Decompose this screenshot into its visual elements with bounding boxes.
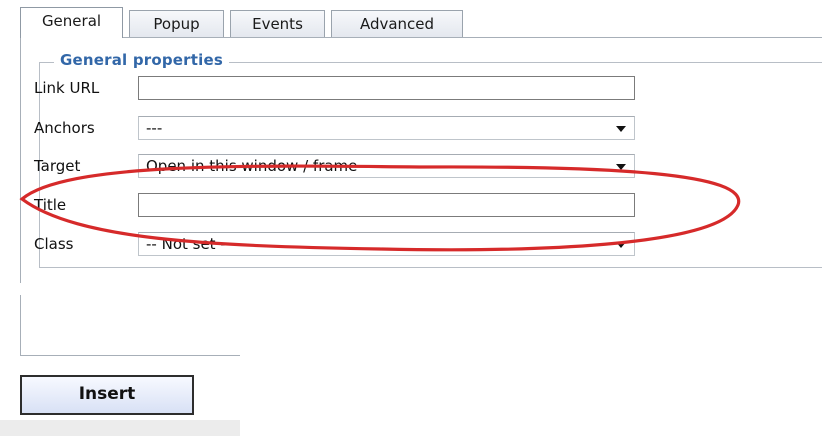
chevron-down-icon [616, 242, 626, 248]
class-selected-value: -- Not set -- [146, 235, 232, 253]
title-label: Title [34, 196, 67, 214]
general-properties-legend: General properties [54, 51, 229, 69]
class-select[interactable]: -- Not set -- [138, 232, 635, 256]
chevron-down-icon [616, 126, 626, 132]
target-row: Target Open in this window / frame [34, 151, 635, 181]
target-select[interactable]: Open in this window / frame [138, 154, 635, 178]
lower-panel-frame [20, 295, 240, 356]
tab-general[interactable]: General [20, 7, 123, 38]
target-label: Target [34, 157, 81, 175]
bottom-strip [0, 420, 240, 436]
anchors-row: Anchors --- [34, 113, 635, 143]
anchors-selected-value: --- [146, 119, 163, 137]
link-url-label: Link URL [34, 79, 100, 97]
link-url-input[interactable] [138, 76, 635, 100]
insert-link-dialog: General Popup Events Advanced General pr… [0, 0, 822, 436]
target-selected-value: Open in this window / frame [146, 157, 358, 175]
dialog-tabs: General Popup Events Advanced [20, 7, 469, 38]
anchors-label: Anchors [34, 119, 95, 137]
tab-popup[interactable]: Popup [129, 10, 224, 38]
title-row: Title [34, 190, 635, 220]
tab-advanced[interactable]: Advanced [331, 10, 463, 38]
tab-events[interactable]: Events [230, 10, 325, 38]
title-input[interactable] [138, 193, 635, 217]
insert-button[interactable]: Insert [20, 375, 194, 415]
class-row: Class -- Not set -- [34, 229, 635, 259]
chevron-down-icon [616, 164, 626, 170]
anchors-select[interactable]: --- [138, 116, 635, 140]
class-label: Class [34, 235, 74, 253]
link-url-row: Link URL [34, 73, 635, 103]
